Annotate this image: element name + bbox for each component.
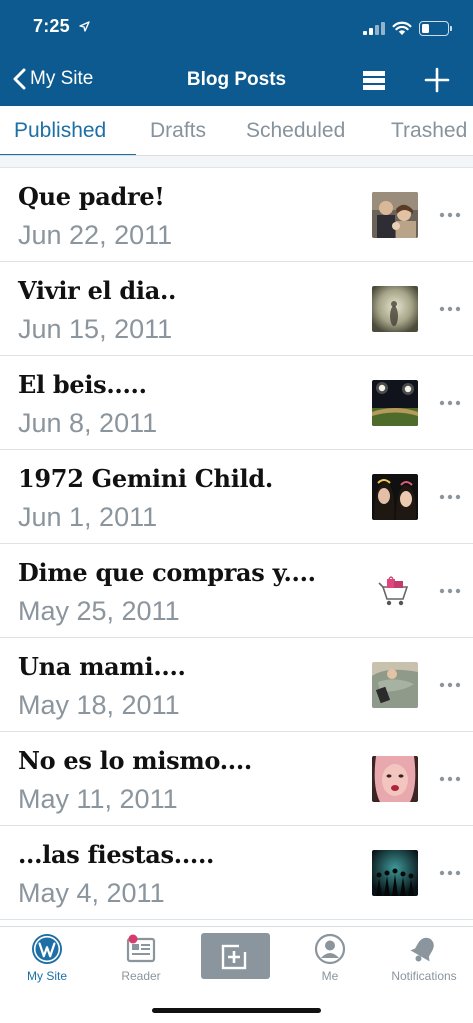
back-button-label: My Site	[30, 68, 94, 89]
plus-icon	[424, 67, 450, 93]
list-view-toggle-button[interactable]	[362, 68, 386, 92]
post-status-tabs: Published Drafts Scheduled Trashed	[0, 106, 473, 156]
more-options-button[interactable]	[438, 772, 462, 786]
post-row[interactable]: El beis..... Jun 8, 2011	[0, 356, 473, 450]
post-row[interactable]: Una mami.... May 18, 2011	[0, 638, 473, 732]
post-row[interactable]: Que padre! Jun 22, 2011	[0, 168, 473, 262]
post-date: May 4, 2011	[18, 878, 165, 908]
clock-text: 7:25	[33, 16, 70, 36]
add-post-button[interactable]	[424, 67, 450, 93]
ellipsis-icon	[439, 400, 461, 406]
post-date: May 11, 2011	[18, 784, 178, 814]
post-title: Una mami....	[18, 652, 186, 681]
tab-me-label: Me	[321, 969, 339, 983]
ellipsis-icon	[439, 494, 461, 500]
post-thumbnail	[372, 474, 418, 520]
nav-bar: My Site Blog Posts	[0, 56, 473, 106]
wordpress-logo-icon	[32, 934, 62, 964]
tab-published[interactable]: Published	[14, 119, 106, 143]
more-options-button[interactable]	[438, 678, 462, 692]
ellipsis-icon	[439, 588, 461, 594]
tab-trashed[interactable]: Trashed	[391, 119, 467, 143]
tab-reader[interactable]: Reader	[94, 933, 188, 983]
tab-notifications-label: Notifications	[391, 969, 457, 983]
reader-icon	[126, 934, 156, 963]
tab-drafts[interactable]: Drafts	[150, 119, 206, 143]
ellipsis-icon	[439, 212, 461, 218]
tab-scheduled[interactable]: Scheduled	[246, 119, 345, 143]
post-thumbnail	[372, 662, 418, 708]
post-date: May 18, 2011	[18, 690, 180, 720]
tab-my-site-label: My Site	[26, 969, 67, 983]
user-profile-icon	[314, 933, 346, 965]
new-post-icon	[221, 942, 250, 970]
more-options-button[interactable]	[438, 302, 462, 316]
post-thumbnail	[372, 380, 418, 426]
unread-badge	[128, 934, 138, 944]
post-title: El beis.....	[18, 370, 147, 399]
battery-level	[422, 23, 430, 33]
battery-icon	[419, 20, 452, 36]
back-button[interactable]: My Site	[12, 68, 93, 90]
ellipsis-icon	[439, 776, 461, 782]
more-options-button[interactable]	[438, 584, 462, 598]
post-thumbnail	[372, 568, 418, 614]
wifi-icon	[392, 21, 412, 35]
cellular-signal-icon	[363, 21, 385, 35]
list-top-spacer	[0, 156, 473, 168]
bell-icon	[410, 937, 434, 962]
post-title: No es lo mismo....	[18, 746, 252, 775]
post-row[interactable]: Vivir el dia.. Jun 15, 2011	[0, 262, 473, 356]
post-title: ...las fiestas.....	[18, 840, 215, 869]
status-time: 7:25	[33, 16, 90, 37]
post-title: Vivir el dia..	[18, 276, 177, 305]
tab-me[interactable]: Me	[283, 933, 377, 983]
more-options-button[interactable]	[438, 396, 462, 410]
post-row[interactable]: No es lo mismo.... May 11, 2011	[0, 732, 473, 826]
post-title: 1972 Gemini Child.	[18, 464, 273, 493]
post-list: Que padre! Jun 22, 2011 Vivir el dia.. J…	[0, 168, 473, 920]
home-indicator	[152, 1008, 321, 1013]
status-indicators	[363, 17, 452, 39]
post-title: Que padre!	[18, 182, 165, 211]
post-row[interactable]: 1972 Gemini Child. Jun 1, 2011	[0, 450, 473, 544]
post-thumbnail	[372, 286, 418, 332]
post-date: Jun 22, 2011	[18, 220, 173, 250]
ellipsis-icon	[439, 870, 461, 876]
post-thumbnail	[372, 756, 418, 802]
post-date: Jun 1, 2011	[18, 502, 158, 532]
more-options-button[interactable]	[438, 208, 462, 222]
chevron-left-icon	[13, 68, 26, 90]
tab-notifications[interactable]: Notifications	[377, 933, 471, 983]
ellipsis-icon	[439, 306, 461, 312]
more-options-button[interactable]	[438, 490, 462, 504]
location-arrow-icon	[79, 16, 90, 37]
more-options-button[interactable]	[438, 866, 462, 880]
post-date: Jun 15, 2011	[18, 314, 173, 344]
post-date: Jun 8, 2011	[18, 408, 158, 438]
ellipsis-icon	[439, 682, 461, 688]
write-post-button[interactable]	[201, 933, 270, 979]
post-date: May 25, 2011	[18, 596, 180, 626]
post-row[interactable]: Dime que compras y.... May 25, 2011	[0, 544, 473, 638]
post-thumbnail	[372, 850, 418, 896]
tab-reader-label: Reader	[121, 969, 161, 983]
tab-my-site[interactable]: My Site	[0, 933, 94, 983]
post-thumbnail	[372, 192, 418, 238]
status-bar: 7:25	[0, 0, 473, 56]
post-title: Dime que compras y....	[18, 558, 316, 587]
list-layout-icon	[363, 71, 385, 90]
post-row[interactable]: ...las fiestas..... May 4, 2011	[0, 826, 473, 920]
